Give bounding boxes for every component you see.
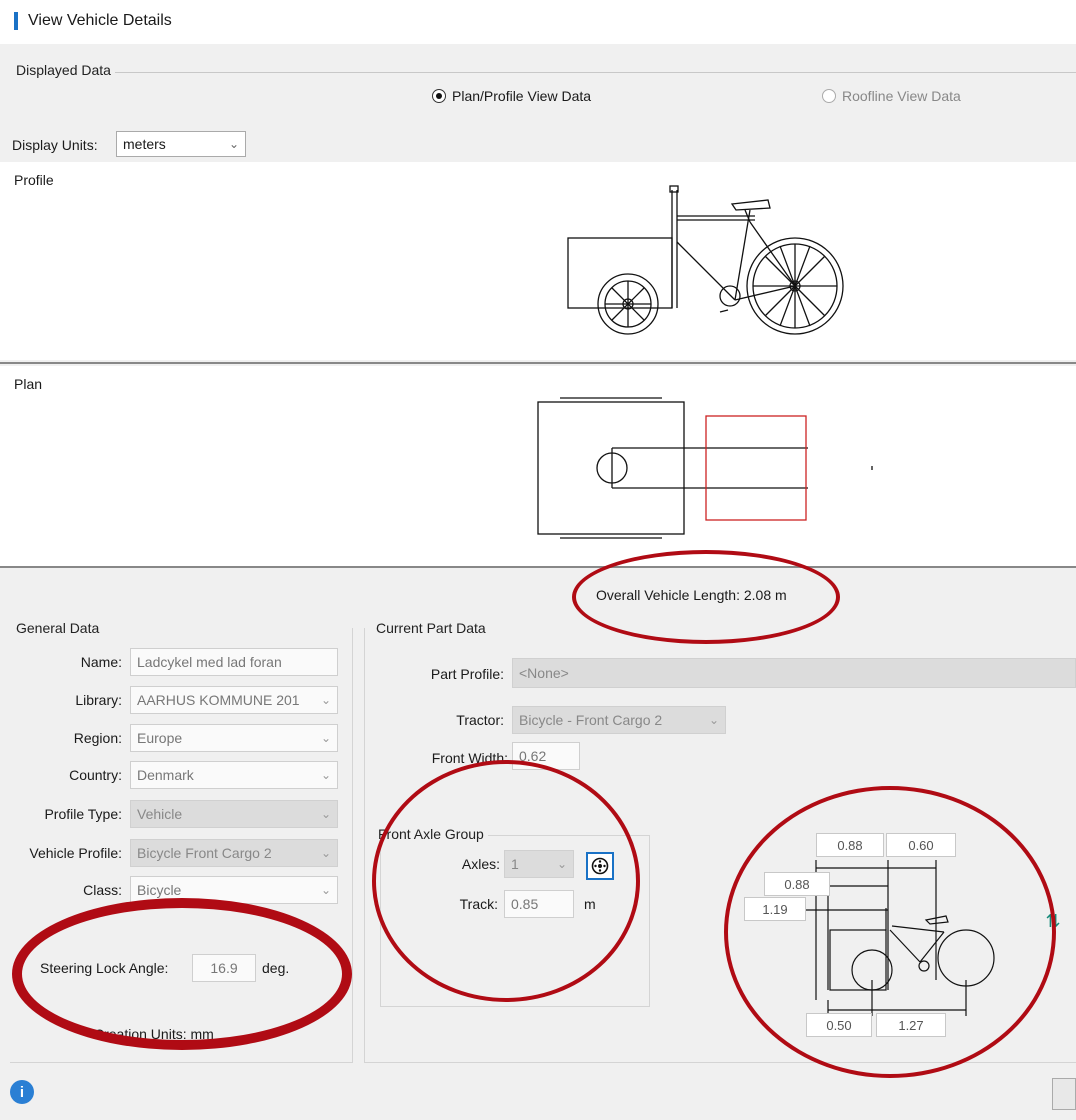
profile-type-label: Profile Type: xyxy=(44,806,122,822)
chevron-down-icon: ⌄ xyxy=(320,768,331,782)
profile-drawing xyxy=(567,185,844,335)
radio-plan-profile-label: Plan/Profile View Data xyxy=(452,88,592,104)
plan-label: Plan xyxy=(14,376,43,392)
profile-type-select[interactable]: Vehicle ⌄ xyxy=(130,800,338,828)
chevron-down-icon: ⌄ xyxy=(320,807,331,821)
country-value: Denmark xyxy=(137,767,194,783)
library-value: AARHUS KOMMUNE 201 xyxy=(137,692,300,708)
class-label: Class: xyxy=(83,882,122,898)
chevron-down-icon: ⌄ xyxy=(320,693,331,707)
country-select[interactable]: Denmark ⌄ xyxy=(130,761,338,789)
general-data-label: General Data xyxy=(16,620,104,636)
window-title: View Vehicle Details xyxy=(28,12,172,29)
chevron-down-icon: ⌄ xyxy=(320,846,331,860)
tractor-select[interactable]: Bicycle - Front Cargo 2 ⌄ xyxy=(512,706,726,734)
chevron-down-icon: ⌄ xyxy=(320,731,331,745)
part-profile-select[interactable]: <None> xyxy=(512,658,1076,688)
class-value: Bicycle xyxy=(137,882,182,898)
region-label: Region: xyxy=(73,730,122,746)
name-label: Name: xyxy=(80,654,122,670)
plan-drawing xyxy=(537,397,873,539)
displayed-data-label: Displayed Data xyxy=(16,62,115,78)
region-value: Europe xyxy=(137,730,183,746)
panel-separator xyxy=(0,362,1076,364)
part-profile-label: Part Profile: xyxy=(430,666,504,682)
tractor-value: Bicycle - Front Cargo 2 xyxy=(519,712,663,728)
displayed-data-line xyxy=(40,72,1076,73)
region-select[interactable]: Europe ⌄ xyxy=(130,724,338,752)
radio-roofline-label: Roofline View Data xyxy=(842,88,961,104)
display-units-select[interactable]: meters ⌄ xyxy=(116,131,246,157)
highlight-ellipse-length xyxy=(572,550,840,644)
current-part-label: Current Part Data xyxy=(376,620,490,636)
radio-roofline[interactable]: Roofline View Data xyxy=(822,88,961,104)
vehicle-profile-select[interactable]: Bicycle Front Cargo 2 ⌄ xyxy=(130,839,338,867)
profile-label: Profile xyxy=(14,172,54,188)
name-field[interactable]: Ladcykel med lad foran xyxy=(130,648,338,676)
profile-type-value: Vehicle xyxy=(137,806,183,822)
radio-roofline-dot xyxy=(822,89,836,103)
highlight-ellipse-diagram xyxy=(724,786,1056,1078)
radio-plan-profile-dot xyxy=(432,89,446,103)
title-accent xyxy=(14,12,18,30)
chevron-down-icon: ⌄ xyxy=(228,137,239,151)
library-select[interactable]: AARHUS KOMMUNE 201 ⌄ xyxy=(130,686,338,714)
tractor-label: Tractor: xyxy=(456,712,504,728)
vehicle-profile-label: Vehicle Profile: xyxy=(29,845,122,861)
display-units-label: Display Units: xyxy=(12,137,98,153)
library-label: Library: xyxy=(75,692,122,708)
footer-button[interactable] xyxy=(1052,1078,1076,1110)
panel-separator-2 xyxy=(0,566,1076,568)
country-label: Country: xyxy=(69,767,122,783)
chevron-down-icon: ⌄ xyxy=(320,883,331,897)
display-units-value: meters xyxy=(123,136,166,152)
vehicle-profile-value: Bicycle Front Cargo 2 xyxy=(137,845,272,861)
highlight-ellipse-axle xyxy=(372,760,640,1002)
profile-panel xyxy=(0,162,1076,360)
highlight-ellipse-steering xyxy=(12,898,352,1050)
chevron-down-icon: ⌄ xyxy=(708,713,719,727)
info-icon[interactable]: i xyxy=(10,1080,34,1104)
radio-plan-profile[interactable]: Plan/Profile View Data xyxy=(432,88,591,104)
